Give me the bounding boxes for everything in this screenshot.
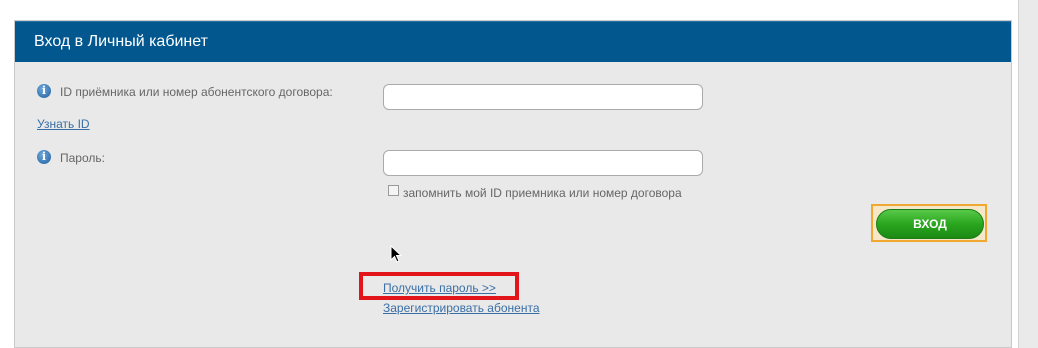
mouse-cursor-icon	[390, 245, 402, 263]
info-icon: i	[37, 84, 51, 98]
enter-button[interactable]: ВХОД	[876, 209, 984, 239]
info-icon: i	[37, 150, 51, 164]
login-panel-header: Вход в Личный кабинет	[15, 21, 1011, 62]
page-right-scroll-area	[1018, 0, 1038, 348]
panel-title: Вход в Личный кабинет	[34, 33, 208, 50]
id-input[interactable]	[383, 84, 703, 110]
remember-label: запомнить мой ID приемника или номер дог…	[403, 186, 682, 200]
red-highlight-box	[359, 272, 519, 300]
password-input[interactable]	[383, 150, 703, 176]
register-link[interactable]: Зарегистрировать абонента	[383, 301, 540, 315]
enter-button-focus-frame: ВХОД	[871, 204, 987, 242]
remember-checkbox[interactable]	[388, 185, 399, 196]
page-top-strip	[0, 0, 1038, 20]
password-field-label: Пароль:	[60, 151, 105, 165]
id-field-label: ID приёмника или номер абонентского дого…	[60, 85, 333, 99]
find-id-link[interactable]: Узнать ID	[37, 117, 90, 131]
login-panel: Вход в Личный кабинет i ID приёмника или…	[14, 20, 1012, 348]
